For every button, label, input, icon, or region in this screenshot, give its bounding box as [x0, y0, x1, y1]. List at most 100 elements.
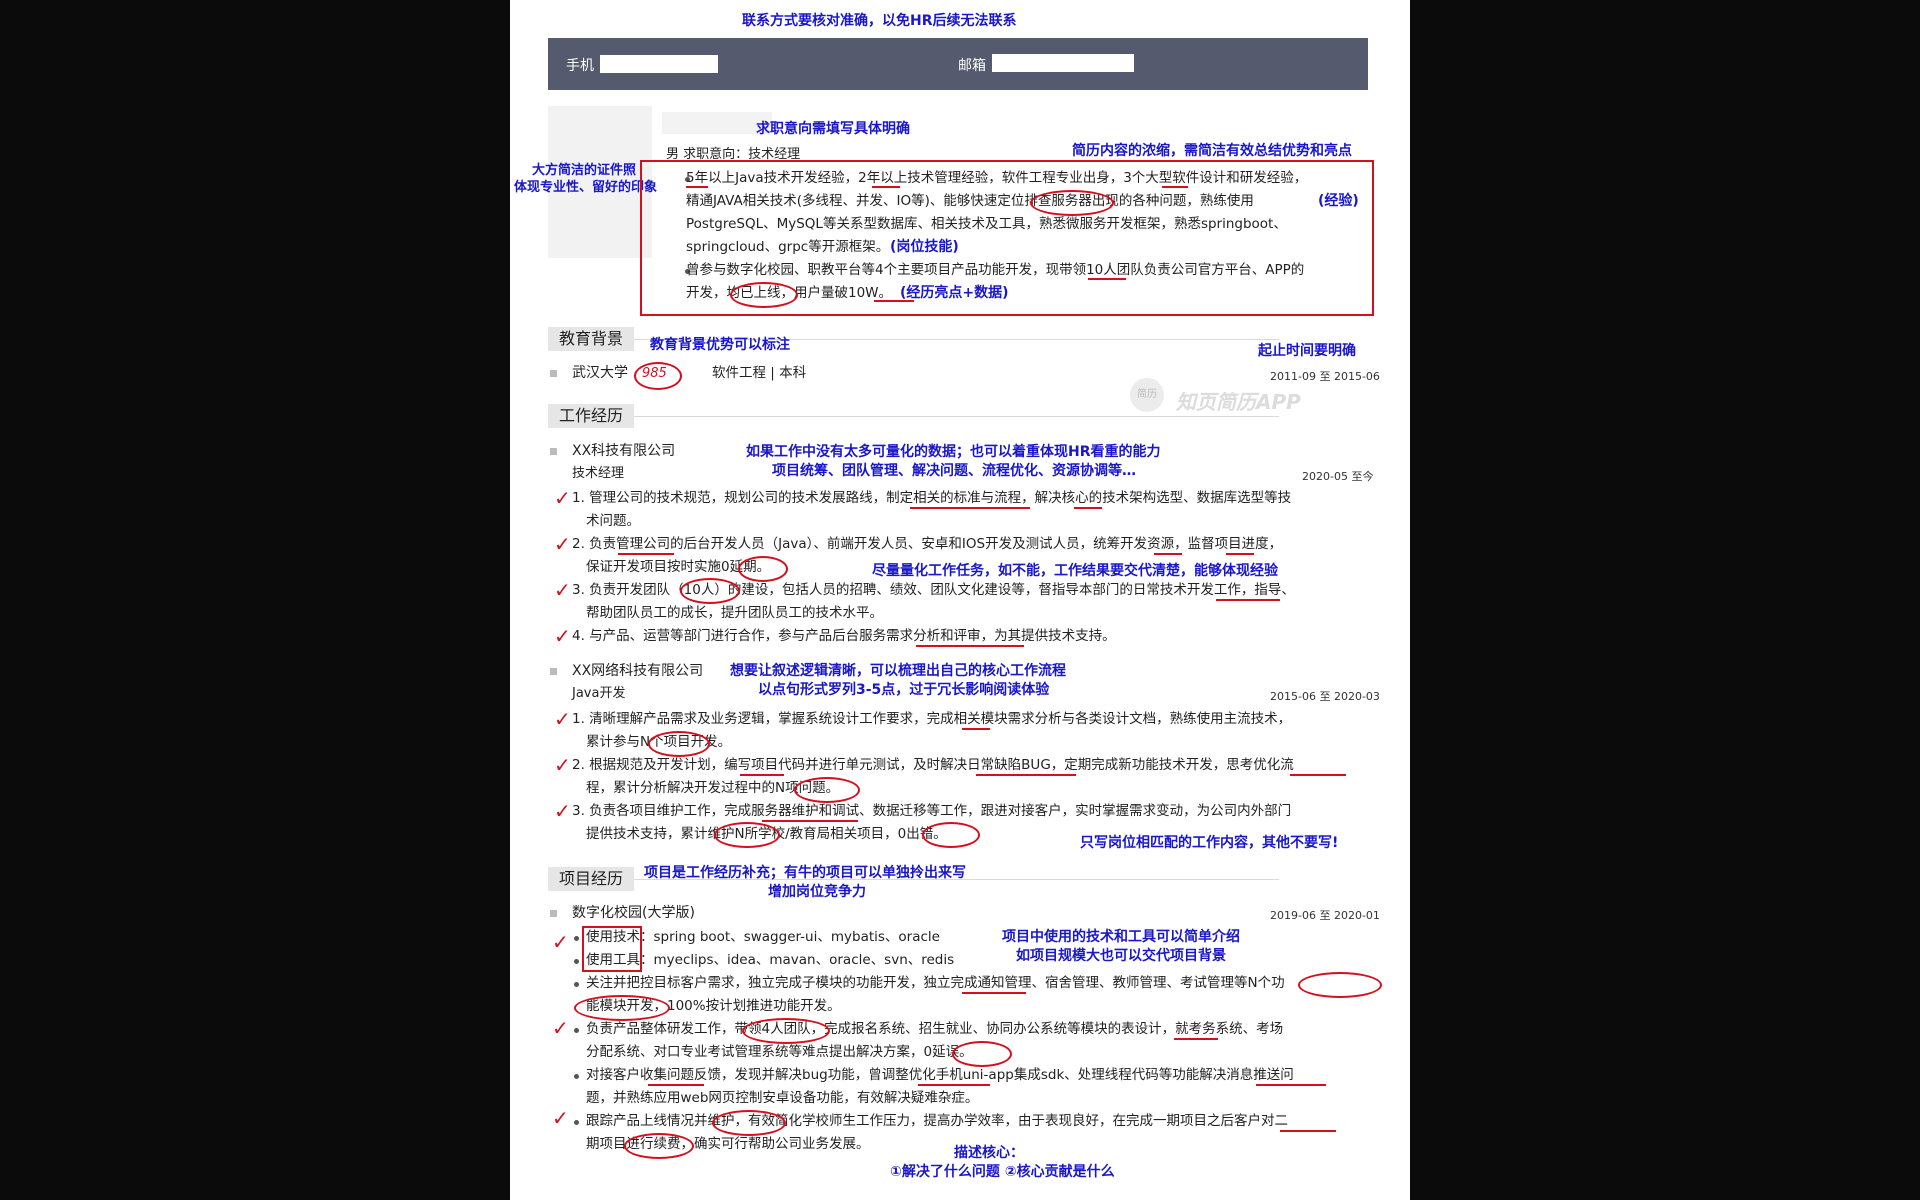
underline-mark: [762, 820, 858, 822]
note-core-2: ①解决了什么问题 ②核心贡献是什么: [890, 1164, 1115, 1180]
check-mark-icon: ✓: [554, 578, 571, 602]
underline-mark: [916, 645, 1024, 647]
company-name: XX科技有限公司: [572, 443, 676, 459]
section-title-education: 教育背景: [548, 327, 634, 351]
circle-mark: [624, 1133, 694, 1159]
watermark-text: 知页简历APP: [1176, 390, 1301, 414]
circle-mark: [922, 822, 980, 848]
company-name: XX网络科技有限公司: [572, 663, 704, 679]
underline-mark: [910, 507, 1030, 509]
project-dates: 2019-06 至 2020-01: [1270, 909, 1380, 922]
summary-line: springcloud、grpc等开源框架。: [686, 239, 890, 255]
check-mark-icon: ✓: [554, 486, 571, 510]
work-item-line: 术问题。: [586, 513, 640, 529]
job-dates: 2015-06 至 2020-03: [1270, 690, 1380, 703]
item-marker: [550, 668, 557, 675]
underline-mark: [1216, 599, 1280, 601]
note-logic-2: 以点句形式罗列3-5点，过于冗长影响阅读体验: [758, 682, 1050, 698]
check-mark-icon: ✓: [554, 624, 571, 648]
circle-mark: [1030, 190, 1114, 216]
school-name: 武汉大学: [572, 365, 628, 381]
check-mark-icon: ✓: [552, 930, 569, 954]
summary-tag-highlight: (经历亮点+数据): [900, 285, 1009, 301]
note-tech-2: 如项目规模大也可以交代项目背景: [1016, 948, 1226, 964]
underline-mark: [874, 300, 914, 302]
note-match: 只写岗位相匹配的工作内容，其他不要写!: [1080, 835, 1339, 851]
summary-line: PostgreSQL、MySQL等关系型数据库、相关技术及工具，熟悉微服务开发框…: [686, 216, 1287, 232]
resume-page: 联系方式要核对准确，以免HR后续无法联系 手机 邮箱 求职意向需填写具体明确 简…: [510, 0, 1410, 1200]
underline-mark: [1290, 774, 1346, 776]
note-project-2: 增加岗位竞争力: [768, 884, 866, 900]
underline-mark: [1074, 507, 1102, 509]
item-marker: [550, 370, 557, 377]
summary-line: 精通JAVA相关技术(多线程、并发、IO等)、能够快速定位排查服务器出现的各种问…: [686, 193, 1254, 209]
underline-mark: [1174, 1038, 1218, 1040]
email-redacted: [992, 54, 1134, 72]
bullet: [574, 936, 579, 941]
summary-line: 曾参与数字化校园、职教平台等4个主要项目产品功能开发，现带领10人团队负责公司官…: [686, 262, 1305, 278]
underline-mark: [1256, 1084, 1326, 1086]
note-photo-2: 体现专业性、留好的印象: [514, 180, 658, 195]
note-time: 起止时间要明确: [1258, 343, 1356, 359]
job-dates: 2020-05 至今: [1302, 470, 1374, 483]
underline-mark: [618, 553, 674, 555]
project-bullet-line: 题，并熟练应用web网页控制安卓设备功能，有效解决疑难杂症。: [586, 1090, 979, 1106]
check-mark-icon: ✓: [554, 707, 571, 731]
section-title-work: 工作经历: [548, 404, 634, 428]
note-concise: 简历内容的浓缩，需简洁有效总结优势和亮点: [1072, 143, 1352, 159]
note-work-1: 如果工作中没有太多可量化的数据；也可以着重体现HR看重的能力: [746, 444, 1161, 460]
underline-mark: [918, 1084, 990, 1086]
project-bullet-line: 跟踪产品上线情况并维护，有效简化学校师生工作压力，提高办学效率，由于表现良好，在…: [586, 1113, 1288, 1129]
circle-mark: [680, 578, 740, 604]
item-marker: [550, 448, 557, 455]
phone-redacted: [600, 55, 718, 73]
check-mark-icon: ✓: [552, 1016, 569, 1040]
underline-mark: [962, 992, 1026, 994]
circle-mark: [742, 1018, 830, 1044]
underline-mark: [1088, 278, 1126, 280]
email-label: 邮箱: [958, 58, 986, 74]
education-dates: 2011-09 至 2015-06: [1270, 370, 1380, 383]
note-intent: 求职意向需填写具体明确: [756, 121, 910, 137]
check-mark-icon: ✓: [554, 532, 571, 556]
circle-mark: [712, 1110, 786, 1136]
underline-mark: [1162, 186, 1188, 188]
circle-mark: [634, 362, 682, 390]
work-item-line: 帮助团队员工的成长，提升团队员工的技术水平。: [586, 605, 883, 621]
note-contact: 联系方式要核对准确，以免HR后续无法联系: [742, 13, 1017, 29]
underline-mark: [648, 1084, 704, 1086]
underline-mark: [1280, 1130, 1336, 1132]
note-photo-1: 大方简洁的证件照: [532, 163, 637, 178]
section-title-project: 项目经历: [548, 867, 634, 891]
underline-mark: [872, 186, 900, 188]
bullet: [574, 959, 579, 964]
project-bullet-line: 分配系统、对口专业考试管理系统等难点提出解决方案，0延误。: [586, 1044, 973, 1060]
project-name: 数字化校园(大学版): [572, 905, 695, 921]
bullet: [574, 1074, 579, 1079]
underline-mark: [1226, 553, 1254, 555]
note-logic-1: 想要让叙述逻辑清晰，可以梳理出自己的核心工作流程: [730, 663, 1066, 679]
note-tech-1: 项目中使用的技术和工具可以简单介绍: [1002, 929, 1240, 945]
work-item-line: 4. 与产品、运营等部门进行合作，参与产品后台服务需求分析和评审，为其提供技术支…: [572, 628, 1116, 644]
underline-mark: [976, 774, 1076, 776]
job-role: Java开发: [572, 686, 626, 701]
bullet: [574, 1120, 579, 1125]
note-project-1: 项目是工作经历补充；有牛的项目可以单独拎出来写: [644, 865, 966, 881]
work-item-line: 2. 根据规范及开发计划，编写项目代码并进行单元测试，及时解决日常缺陷BUG，定…: [572, 757, 1294, 773]
bullet: [574, 982, 579, 987]
check-mark-icon: ✓: [554, 799, 571, 823]
note-core-1: 描述核心：: [954, 1145, 1024, 1161]
phone-label: 手机: [566, 58, 594, 74]
circle-mark: [730, 282, 798, 308]
summary-line: 5年以上Java技术开发经验，2年以上技术管理经验，软件工程专业出身，3个大型软…: [686, 170, 1308, 186]
underline-mark: [1154, 553, 1182, 555]
job-role: 技术经理: [572, 466, 625, 481]
underline-mark: [962, 728, 990, 730]
bullet: [574, 1028, 579, 1033]
check-mark-icon: ✓: [554, 753, 571, 777]
note-work-2: 项目统筹、团队管理、解决问题、流程优化、资源协调等…: [772, 463, 1136, 479]
underline-mark: [740, 774, 784, 776]
circle-mark: [714, 822, 780, 848]
note-quantify: 尽量量化工作任务，如不能，工作结果要交代清楚，能够体现经验: [872, 563, 1278, 579]
item-marker: [550, 910, 557, 917]
